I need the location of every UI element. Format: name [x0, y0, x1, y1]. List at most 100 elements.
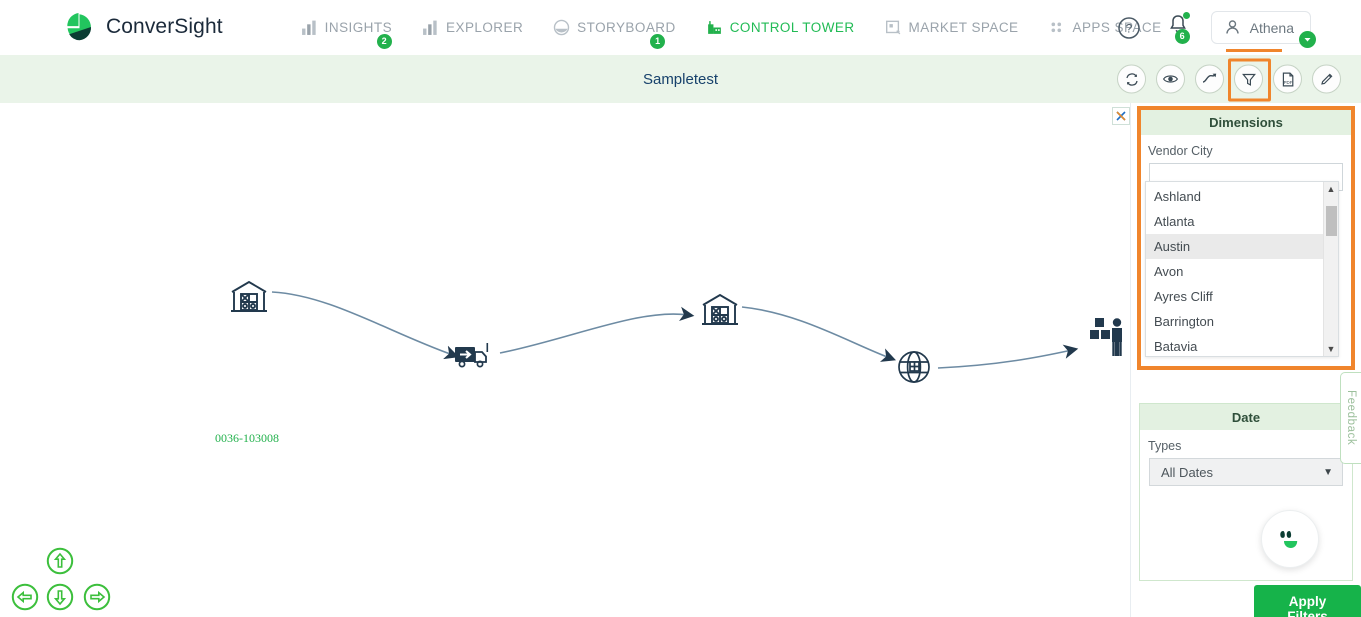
- notification-count-badge: 6: [1174, 29, 1190, 44]
- apps-grid-icon: [1051, 22, 1062, 32]
- list-item[interactable]: Batavia: [1146, 334, 1323, 356]
- nav-label-storyboard: STORYBOARD: [577, 19, 676, 35]
- filter-panel: Dimensions Vendor City Ashland Atlanta A…: [1131, 103, 1361, 617]
- caret-down-icon: ▼: [1323, 467, 1333, 478]
- trend-button[interactable]: [1195, 64, 1224, 94]
- date-card: Date Types All Dates ▼: [1139, 403, 1353, 581]
- nav-item-market-space[interactable]: MARKET SPACE: [885, 19, 1019, 36]
- nav-items: INSIGHTS 2 EXPLORER STORYBOARD 1 CONTROL…: [301, 19, 1192, 49]
- svg-text:PDF: PDF: [1283, 79, 1292, 84]
- refresh-icon: [1125, 72, 1138, 86]
- arrow-up-circle-icon: [46, 547, 74, 575]
- bar-chart-icon: [423, 20, 437, 35]
- date-types-label: Types: [1148, 439, 1182, 453]
- edge-3: [741, 306, 896, 362]
- arrow-right-circle-icon: [83, 583, 111, 611]
- list-item[interactable]: Avon: [1146, 259, 1323, 284]
- supply-chain-canvas[interactable]: 0036-103008: [0, 103, 1131, 617]
- triangle-down-icon[interactable]: ▼: [1327, 344, 1336, 354]
- nav-item-storyboard[interactable]: STORYBOARD 1: [553, 19, 676, 49]
- node-globe: [898, 351, 930, 383]
- close-x-icon: [1116, 111, 1126, 121]
- list-item[interactable]: Ashland: [1146, 184, 1323, 209]
- notification-dot: [1182, 12, 1190, 19]
- nav-badge-insights: 2: [376, 33, 392, 49]
- dashboard-title-bar: Sampletest PDF: [0, 55, 1361, 103]
- node-label-0036-103008: 0036-103008: [215, 431, 279, 445]
- pan-left-button[interactable]: [11, 583, 39, 616]
- edge-4: [937, 344, 1079, 369]
- top-navigation-bar: ConverSight INSIGHTS 2 EXPLORER STORYBOA…: [0, 0, 1361, 55]
- list-item[interactable]: Barrington: [1146, 309, 1323, 334]
- vendor-city-options-list[interactable]: Ashland Atlanta Austin Avon Ayres Cliff …: [1145, 181, 1339, 357]
- nav-label-market-space: MARKET SPACE: [908, 19, 1019, 35]
- node-worker: [1090, 318, 1122, 356]
- conversight-logo-icon: [62, 10, 96, 44]
- triangle-up-icon[interactable]: ▲: [1327, 184, 1336, 194]
- feedback-tab[interactable]: Feedback: [1340, 372, 1361, 464]
- bar-chart-icon: [301, 20, 316, 35]
- eye-icon: [1162, 75, 1179, 83]
- node-warehouse-2: [702, 293, 738, 325]
- brand[interactable]: ConverSight: [62, 10, 223, 44]
- vendor-city-option-items: Ashland Atlanta Austin Avon Ayres Cliff …: [1146, 182, 1323, 356]
- edit-button[interactable]: [1312, 64, 1341, 94]
- filter-button[interactable]: [1228, 58, 1271, 102]
- apply-filters-button[interactable]: Apply Filters: [1254, 585, 1361, 617]
- options-list-scrollbar[interactable]: ▲ ▼: [1323, 182, 1338, 356]
- nav-item-insights[interactable]: INSIGHTS 2: [301, 19, 393, 49]
- list-item[interactable]: Austin: [1146, 234, 1323, 259]
- nav-label-insights: INSIGHTS: [324, 19, 393, 35]
- pdf-file-icon: PDF: [1282, 72, 1293, 86]
- market-space-icon: [885, 20, 900, 34]
- brand-name: ConverSight: [106, 15, 223, 38]
- refresh-button[interactable]: [1117, 64, 1146, 94]
- feedback-label: Feedback: [1345, 390, 1357, 446]
- user-avatar-icon: [1225, 20, 1239, 34]
- help-question-icon[interactable]: ?: [1117, 16, 1141, 40]
- notifications-button[interactable]: 6: [1167, 12, 1190, 44]
- chat-assistant-button[interactable]: [1261, 510, 1319, 568]
- control-tower-icon: [707, 20, 721, 34]
- control-tower-page: ConverSight INSIGHTS 2 EXPLORER STORYBOA…: [0, 0, 1361, 617]
- trend-up-icon: [1202, 73, 1217, 83]
- arrow-left-circle-icon: [11, 583, 39, 611]
- pan-down-button[interactable]: [46, 583, 74, 616]
- edge-2: [499, 306, 695, 354]
- nav-right-cluster: ? 6 Athena: [1117, 0, 1361, 55]
- storyboard-icon: [553, 19, 570, 35]
- user-menu-active-indicator: [1225, 49, 1282, 52]
- page-title: Sampletest: [642, 70, 719, 88]
- vendor-city-label: Vendor City: [1148, 144, 1213, 158]
- scrollbar-thumb[interactable]: [1326, 206, 1337, 236]
- close-filter-panel-button[interactable]: [1112, 107, 1130, 125]
- nav-label-explorer: EXPLORER: [446, 19, 524, 35]
- pencil-edit-icon: [1320, 73, 1332, 85]
- list-item[interactable]: Atlanta: [1146, 209, 1323, 234]
- pan-up-button[interactable]: [46, 547, 74, 580]
- export-pdf-button[interactable]: PDF: [1273, 64, 1302, 94]
- edge-1: [271, 291, 460, 360]
- nav-label-control-tower: CONTROL TOWER: [729, 19, 855, 35]
- arrow-down-circle-icon: [46, 583, 74, 611]
- nav-badge-storyboard: 1: [650, 33, 666, 49]
- chevron-down-icon[interactable]: [1299, 31, 1316, 48]
- flow-diagram: [231, 280, 1122, 383]
- user-menu-button[interactable]: Athena: [1210, 11, 1316, 52]
- list-item[interactable]: Ayres Cliff: [1146, 284, 1323, 309]
- node-truck: [455, 343, 489, 368]
- nav-item-control-tower[interactable]: CONTROL TOWER: [706, 19, 855, 36]
- view-button[interactable]: [1156, 64, 1185, 94]
- date-types-select[interactable]: All Dates ▼: [1149, 458, 1343, 486]
- date-title: Date: [1140, 404, 1352, 430]
- chat-assistant-icon: [1280, 531, 1298, 548]
- dimensions-title: Dimensions: [1140, 109, 1352, 135]
- svg-text:?: ?: [1125, 21, 1132, 35]
- filter-funnel-icon: [1241, 73, 1256, 86]
- nav-item-explorer[interactable]: EXPLORER: [422, 19, 523, 36]
- node-warehouse-1: [231, 280, 267, 312]
- date-types-selected-value: All Dates: [1161, 465, 1214, 480]
- pan-right-button[interactable]: [83, 583, 111, 616]
- dashboard-toolbar: PDF: [1107, 58, 1341, 102]
- user-name-label: Athena: [1249, 19, 1294, 36]
